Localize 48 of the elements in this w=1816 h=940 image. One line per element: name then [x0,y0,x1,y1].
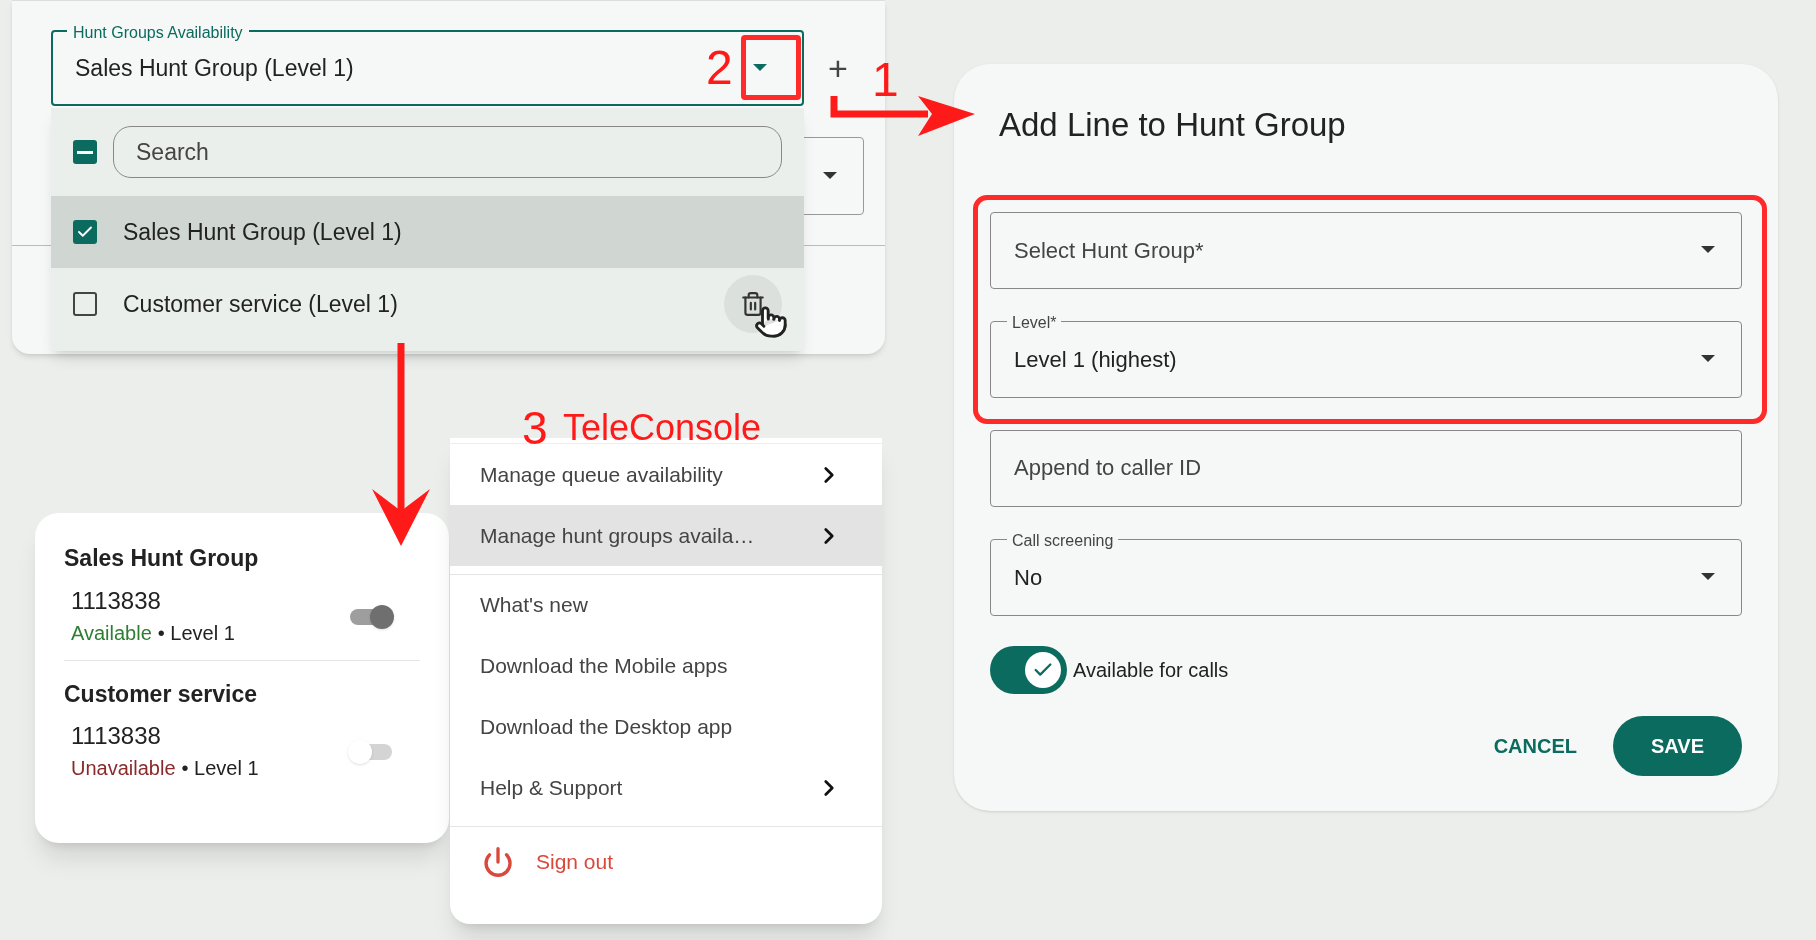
toggle-switch[interactable] [348,739,394,765]
menu-item[interactable]: Download the Mobile apps [450,635,882,696]
trash-icon [740,291,766,317]
toggle-label: Available for calls [1073,657,1229,683]
field-value: No [1014,563,1043,592]
hand-cursor-icon [754,305,788,339]
item-label: Sales Hunt Group (Level 1) [123,217,403,247]
status-text: Available [71,620,152,646]
field-value: Level 1 (highest) [1014,345,1177,374]
menu-item[interactable]: What's new [450,574,882,635]
caret-icon [1701,355,1715,363]
group-number: 1113838 [71,721,162,751]
caret-icon [753,64,767,72]
text-field[interactable]: Append to caller ID [990,429,1742,507]
toggle-switch[interactable] [990,645,1067,694]
select-field[interactable]: Select Hunt Group* [990,211,1742,289]
menu-item[interactable]: Download the Desktop app [450,696,882,757]
app-name: TeleConsole [563,410,762,446]
menu-item[interactable]: Help & Support [450,757,882,826]
level-text: • Level 1 [157,620,235,646]
group-name: Sales Hunt Group [64,544,260,573]
field-label: Select Hunt Group* [1014,236,1204,265]
checkbox[interactable] [73,220,97,244]
caret-icon [823,172,837,180]
status-text: Unavailable [71,756,176,781]
caret-icon [1701,246,1715,254]
power-icon [482,846,514,878]
save-button[interactable]: SAVE [1613,715,1742,776]
sign-out-item[interactable]: Sign out [450,826,882,898]
step-number: 1 [872,56,899,104]
dropdown-item[interactable]: Customer service (Level 1) [51,268,804,340]
cancel-button[interactable]: CANCEL [1487,715,1583,776]
item-label: Customer service (Level 1) [123,289,399,319]
caret-icon [1701,573,1715,581]
group-number: 1113838 [71,585,162,616]
dropdown-item[interactable]: Sales Hunt Group (Level 1) [51,196,804,268]
select-all-checkbox[interactable] [73,140,97,164]
search-field[interactable]: Search [113,126,782,178]
field-value: Sales Hunt Group (Level 1) [75,53,354,83]
annotation-box [741,35,801,100]
checkbox[interactable] [73,292,97,316]
add-button[interactable]: + [828,51,848,85]
dialog-title: Add Line to Hunt Group [998,105,1347,145]
toggle-switch[interactable] [348,603,394,630]
group-name: Customer service [64,679,259,709]
step-number: 2 [706,44,733,92]
level-text: • Level 1 [181,756,259,781]
menu-item[interactable]: Manage hunt groups availa… [450,505,882,574]
